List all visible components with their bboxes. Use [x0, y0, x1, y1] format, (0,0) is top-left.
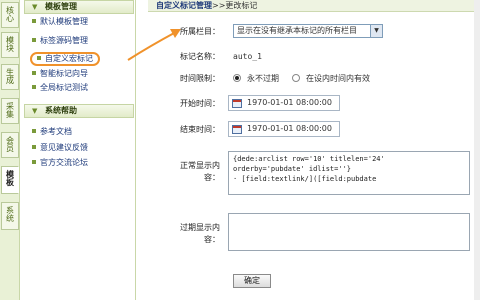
menu-item-label: 意见建议反馈	[40, 143, 88, 152]
normal-content-textarea[interactable]: {dede:arclist row='10' titlelen='24' ord…	[228, 151, 470, 195]
calendar-icon[interactable]	[232, 125, 242, 134]
menu-item-smart-wizard[interactable]: 智能标记向导	[32, 68, 88, 80]
vtab-collect[interactable]: 采集	[1, 98, 19, 124]
menu-section-template[interactable]: ▼ 模板管理	[24, 0, 134, 14]
vtab-system[interactable]: 系统	[1, 202, 19, 230]
vtab-generate[interactable]: 生成	[1, 64, 19, 90]
menu-section-template-title: 模板管理	[45, 2, 77, 11]
breadcrumb: 自定义标记管理>>更改标记	[148, 0, 480, 12]
bullet-icon	[32, 71, 36, 75]
vtab-template[interactable]: 模板	[1, 166, 19, 194]
expired-content-textarea[interactable]	[228, 213, 470, 251]
start-time-input[interactable]: 1970-01-01 08:00:00	[228, 95, 340, 111]
vtab-member[interactable]: 会员	[1, 132, 19, 158]
menu-item-global-test[interactable]: 全局标记测试	[32, 82, 88, 94]
breadcrumb-current[interactable]: 自定义标记管理	[156, 1, 212, 10]
calendar-icon[interactable]	[232, 99, 242, 108]
side-menu: ▼ 模板管理 默认模板管理 标签源码管理 自定义宏标记 智能标记向导 全局标记测…	[20, 0, 136, 300]
chevron-down-icon: ▼	[32, 3, 38, 11]
tagname-value: auto_1	[233, 52, 262, 61]
menu-item-label: 全局标记测试	[40, 83, 88, 92]
menu-item-label: 自定义宏标记	[45, 54, 93, 63]
vtab-collect-label: 采集	[5, 102, 15, 118]
breadcrumb-separator: >>	[212, 1, 226, 10]
normal-content-label-line1: 正常显示内	[180, 161, 220, 170]
menu-item-label: 智能标记向导	[40, 69, 88, 78]
vtab-system-label: 系统	[5, 206, 15, 222]
main-content: 自定义标记管理>>更改标记	[148, 0, 480, 300]
vtab-core[interactable]: 核心	[1, 2, 19, 28]
vtab-module[interactable]: 模块	[1, 32, 19, 58]
chevron-down-icon: ▼	[32, 107, 38, 115]
menu-item-label: 参考文档	[40, 127, 72, 136]
end-time-label: 结束时间：	[180, 125, 220, 134]
timelimit-label: 时间限制：	[180, 74, 220, 83]
radio-time-range-label: 在设内时间内有效	[306, 74, 370, 83]
chevron-down-icon[interactable]: ▼	[370, 25, 382, 37]
bullet-icon	[32, 19, 36, 23]
menu-item-label: 默认模板管理	[40, 17, 88, 26]
menu-item-custom-macro[interactable]: 自定义宏标记	[30, 52, 100, 66]
bullet-icon	[32, 145, 36, 149]
bullet-icon	[32, 160, 36, 164]
vtab-core-label: 核心	[5, 6, 15, 22]
menu-item-default-templates[interactable]: 默认模板管理	[32, 16, 88, 28]
bullet-icon	[32, 129, 36, 133]
submit-button[interactable]: 确定	[233, 274, 271, 288]
vtab-template-label: 模板	[5, 170, 15, 186]
menu-item-forum[interactable]: 官方交流论坛	[32, 157, 88, 169]
radio-time-range[interactable]	[292, 74, 300, 82]
menu-section-help-title: 系统帮助	[45, 106, 77, 115]
start-time-value: 1970-01-01 08:00:00	[247, 98, 332, 107]
bullet-icon	[32, 38, 36, 42]
menu-section-help[interactable]: ▼ 系统帮助	[24, 104, 134, 118]
bullet-icon	[32, 85, 36, 89]
start-time-label: 开始时间：	[180, 99, 220, 108]
column-select-value: 显示在没有继承本标记的所有栏目	[237, 26, 357, 35]
menu-item-label: 标签源码管理	[40, 36, 88, 45]
tagname-label: 标记名称：	[180, 52, 220, 61]
radio-never-expire[interactable]	[233, 74, 241, 82]
expired-content-label-line2: 容：	[204, 235, 220, 244]
menu-item-label: 官方交流论坛	[40, 158, 88, 167]
column-label: 所属栏目：	[180, 27, 220, 36]
vtab-module-label: 模块	[5, 36, 15, 52]
expired-content-label-line1: 过期显示内	[180, 223, 220, 232]
column-select[interactable]: 显示在没有继承本标记的所有栏目 ▼	[233, 24, 383, 38]
end-time-value: 1970-01-01 08:00:00	[247, 124, 332, 133]
end-time-input[interactable]: 1970-01-01 08:00:00	[228, 121, 340, 137]
vtab-member-label: 会员	[5, 136, 15, 152]
vtab-generate-label: 生成	[5, 68, 15, 84]
menu-item-feedback[interactable]: 意见建议反馈	[32, 142, 88, 154]
menu-item-tag-source[interactable]: 标签源码管理	[32, 35, 88, 47]
normal-content-label-line2: 容：	[204, 173, 220, 182]
bullet-icon	[37, 56, 41, 60]
breadcrumb-action: 更改标记	[225, 1, 258, 10]
radio-never-expire-label: 永不过期	[247, 74, 279, 83]
menu-item-docs[interactable]: 参考文档	[32, 126, 72, 138]
vertical-tab-bar: 核心 模块 生成 采集 会员 模板 系统	[0, 0, 20, 300]
scrollbar[interactable]	[474, 0, 480, 300]
